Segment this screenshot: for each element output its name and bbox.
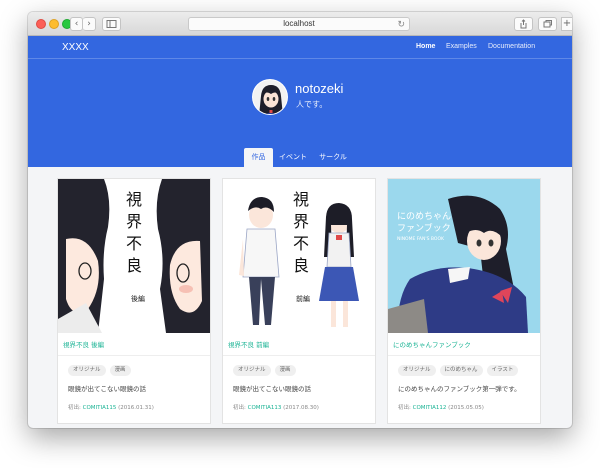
card-title[interactable]: 視界不良 後編 [63,339,104,349]
divider [388,355,540,356]
event-link[interactable]: COMITIA115 [83,405,117,411]
profile-name: notozeki [295,81,344,96]
back-icon[interactable]: ‹ [70,17,83,31]
tag[interactable]: イラスト [486,365,519,376]
cover-title-char: 不 [293,234,309,253]
event-date: (2017.08.30) [283,405,319,411]
card-description: 眼鏡が出てこない眼鏡の話 [233,385,311,393]
cover-image[interactable]: 視 界 不 良 後編 [58,179,210,333]
card-description: 眼鏡が出てこない眼鏡の話 [68,385,146,393]
close-window-button[interactable] [36,19,46,29]
cover-title-char: 良 [293,256,309,275]
card-event: 初出: COMITIA113 (2017.08.30) [233,403,319,411]
work-card[interactable]: にのめちゃん ファンブック NINOME FAN'S BOOK にのめちゃんファ… [387,178,541,424]
tag[interactable]: オリジナル [68,365,106,376]
reload-icon[interactable]: ↻ [397,18,405,30]
cover-title-char: 良 [126,256,142,275]
card-title[interactable]: 視界不良 前編 [228,339,269,349]
tab-circles[interactable]: サークル [316,148,350,167]
tab-events[interactable]: イベント [275,148,311,167]
avatar [252,79,288,115]
event-prefix: 初出: [233,405,246,411]
tag[interactable]: 漫画 [274,365,296,376]
nav-link-examples[interactable]: Examples [446,43,477,50]
cover-title-char: 視 [293,190,309,209]
cover-title-jp2: ファンブック [397,222,451,234]
cover-title-char: 界 [126,212,142,231]
cover-image[interactable]: にのめちゃん ファンブック NINOME FAN'S BOOK [388,179,540,333]
cover-title-char: 視 [126,190,142,209]
cover-subtitle: 後編 [131,294,145,303]
card-title[interactable]: にのめちゃんファンブック [393,339,471,349]
card-description: にのめちゃんのファンブック第一弾です。 [398,385,521,393]
nav-link-home[interactable]: Home [416,43,435,50]
divider [58,355,210,356]
tag[interactable]: オリジナル [398,365,436,376]
tag-list: オリジナル 漫画 [68,365,131,376]
cover-title-char: 界 [293,212,309,231]
profile-description: 人です。 [296,100,328,109]
tag[interactable]: オリジナル [233,365,271,376]
cover-title-char: 不 [126,234,142,253]
tag[interactable]: にのめちゃん [439,365,483,376]
tabs-overview-icon[interactable] [538,17,557,31]
event-prefix: 初出: [398,405,411,411]
cover-title-jp: にのめちゃん [397,211,451,222]
event-link[interactable]: COMITIA112 [413,405,447,411]
tab-works[interactable]: 作品 [244,148,273,167]
work-card[interactable]: 視 界 不 良 前編 視界不良 前編 オリジナル 漫画 眼鏡が出てこない眼鏡の話… [222,178,376,424]
cover-image[interactable]: 視 界 不 良 前編 [223,179,375,333]
address-bar[interactable]: localhost ↻ [188,17,410,31]
event-date: (2016.01.31) [118,405,154,411]
browser-window: ‹ › localhost ↻ + XXXX Home Examples Doc… [28,12,572,428]
minimize-window-button[interactable] [49,19,59,29]
share-icon[interactable] [514,17,533,31]
event-prefix: 初出: [68,405,81,411]
tag-list: オリジナル 漫画 [233,365,296,376]
tag-list: オリジナル にのめちゃん イラスト [398,365,519,376]
event-link[interactable]: COMITIA113 [248,405,282,411]
new-tab-icon[interactable]: + [561,17,572,31]
cover-title-en: NINOME FAN'S BOOK [397,236,445,242]
site-brand[interactable]: XXXX [62,42,89,53]
profile-header: XXXX Home Examples Documentation notozek… [28,36,572,167]
card-event: 初出: COMITIA112 (2015.05.05) [398,403,484,411]
forward-icon[interactable]: › [83,17,96,31]
tag[interactable]: 漫画 [109,365,131,376]
address-url: localhost [283,19,315,28]
site-navbar: XXXX Home Examples Documentation [28,36,572,59]
divider [223,355,375,356]
cover-subtitle: 前編 [296,294,310,303]
work-card[interactable]: 視 界 不 良 後編 視界不良 後編 オリジナル 漫画 眼鏡が出てこない眼鏡の話… [57,178,211,424]
nav-link-documentation[interactable]: Documentation [488,43,535,50]
sidebar-toggle-icon[interactable] [102,17,121,31]
browser-toolbar: ‹ › localhost ↻ + [28,12,572,36]
card-event: 初出: COMITIA115 (2016.01.31) [68,403,154,411]
event-date: (2015.05.05) [448,405,484,411]
